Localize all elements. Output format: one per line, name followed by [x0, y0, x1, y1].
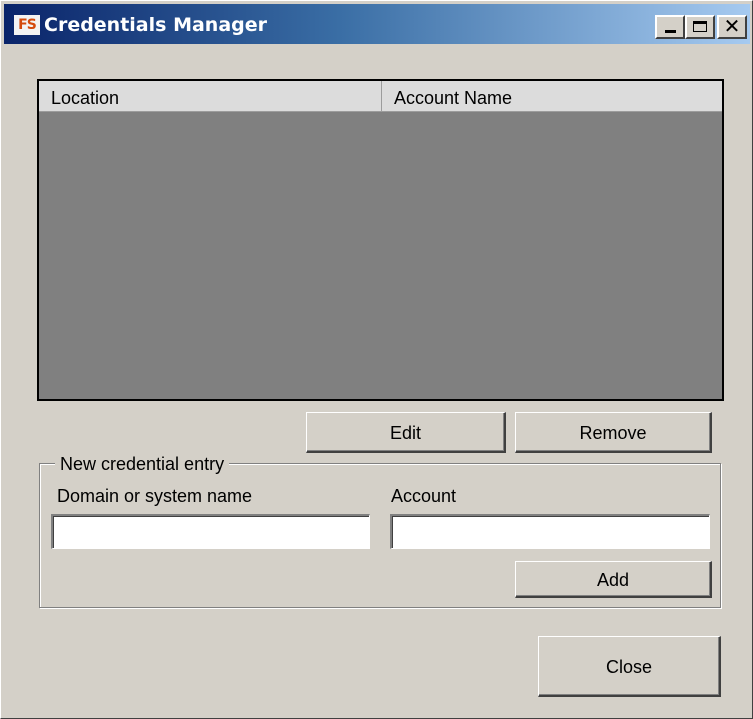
account-input[interactable]: [390, 514, 710, 549]
domain-label: Domain or system name: [57, 486, 253, 506]
remove-button[interactable]: Remove: [515, 412, 712, 453]
edit-button[interactable]: Edit: [306, 412, 506, 453]
maximize-icon: [693, 21, 707, 32]
title-bar[interactable]: FS Credentials Manager ✕: [4, 4, 750, 44]
account-label: Account: [391, 486, 457, 506]
app-icon: FS: [14, 15, 40, 35]
credentials-list[interactable]: Location Account Name: [37, 79, 724, 401]
close-icon: ✕: [723, 14, 741, 38]
minimize-button[interactable]: [655, 15, 685, 39]
list-header: Location Account Name: [39, 81, 722, 112]
domain-input[interactable]: [51, 514, 370, 549]
column-header-location[interactable]: Location: [39, 81, 382, 111]
close-button[interactable]: Close: [538, 636, 721, 697]
maximize-button[interactable]: [685, 15, 715, 39]
add-button[interactable]: Add: [515, 561, 712, 598]
credentials-manager-window: FS Credentials Manager ✕ Location Accoun…: [0, 0, 753, 719]
minimize-icon: [665, 30, 676, 33]
group-label: New credential entry: [55, 453, 230, 475]
window-title: Credentials Manager: [44, 14, 267, 36]
column-header-account-name[interactable]: Account Name: [382, 81, 722, 111]
close-window-button[interactable]: ✕: [717, 15, 747, 39]
